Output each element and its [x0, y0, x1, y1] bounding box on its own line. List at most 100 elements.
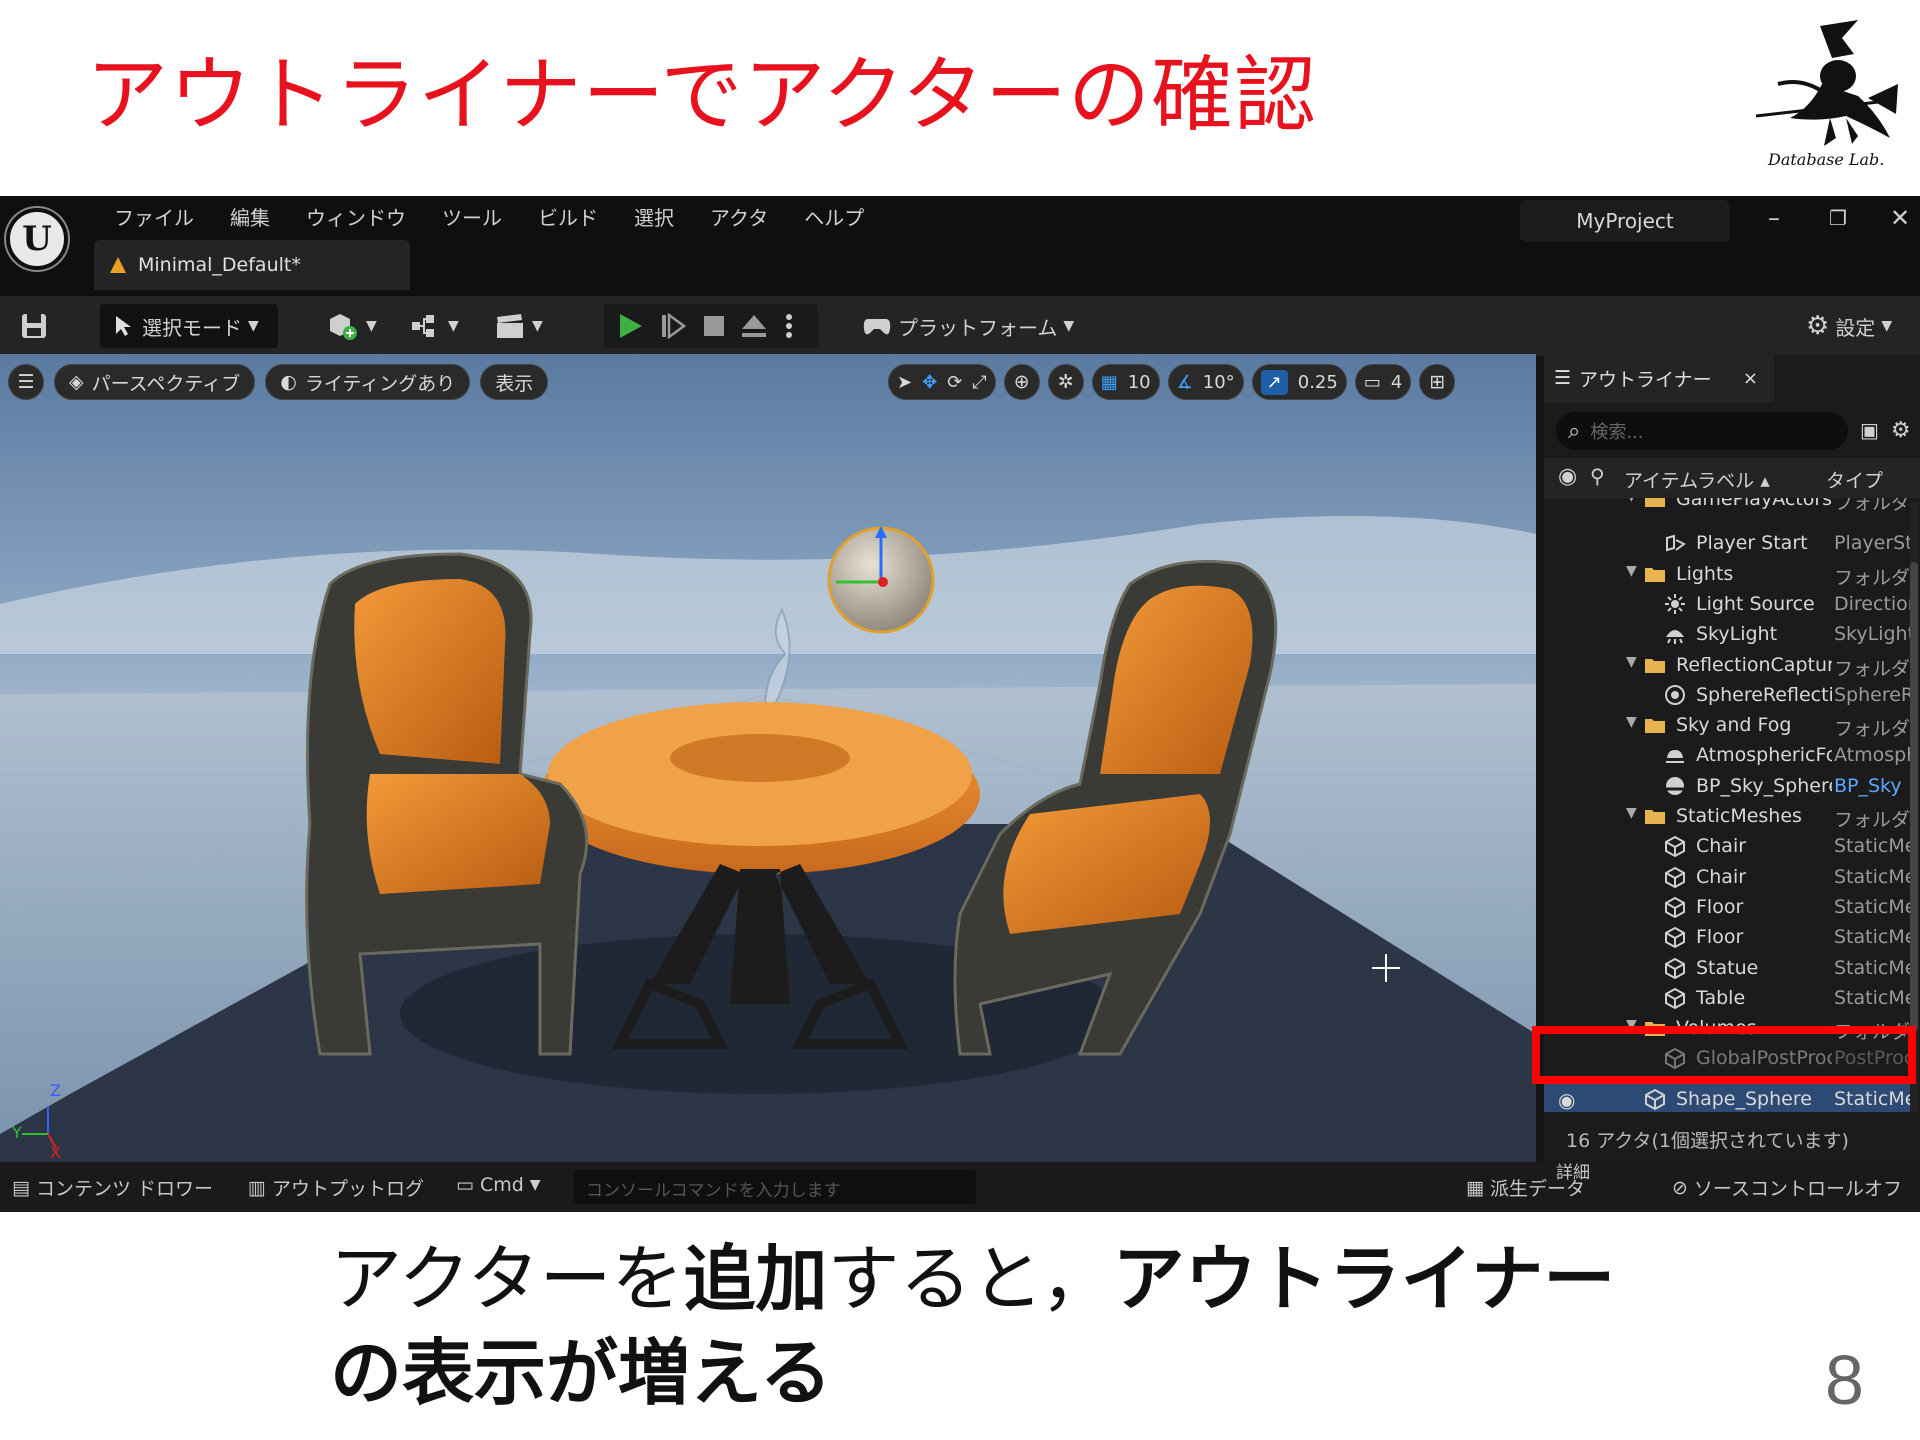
hamburger-icon: ☰ [17, 371, 35, 393]
show-button[interactable]: 表示 [480, 364, 549, 400]
expand-arrow-icon[interactable]: ▼ [1626, 654, 1637, 670]
perspective-button[interactable]: ◈ パースペクティブ [54, 364, 256, 400]
static-mesh-icon [1664, 835, 1686, 858]
terminal-icon: ▭ [456, 1174, 474, 1196]
play-icon[interactable] [616, 312, 644, 340]
console-input[interactable]: コンソールコマンドを入力します [574, 1170, 976, 1204]
outliner-row[interactable]: Table StaticMesh [1544, 983, 1910, 1013]
save-icon[interactable] [20, 312, 48, 340]
content-drawer-button[interactable]: ▤ コンテンツ ドロワー [12, 1174, 213, 1201]
expand-arrow-icon[interactable]: ▼ [1626, 805, 1637, 821]
eject-icon[interactable] [740, 313, 768, 339]
close-tab-icon[interactable]: × [1743, 368, 1758, 389]
pin-icon[interactable]: ⚲ [1590, 464, 1605, 488]
cmd-dropdown[interactable]: ▭ Cmd ▼ [456, 1174, 541, 1196]
outliner-row[interactable]: ▼ GamePlayActorsフォルダ [1544, 498, 1910, 514]
axis-z-label: Z [50, 1081, 61, 1100]
expand-arrow-icon[interactable]: ▼ [1626, 563, 1637, 579]
perspective-label: パースペクティブ [91, 372, 241, 395]
outliner-row[interactable]: Chair StaticMesh [1544, 862, 1910, 892]
slide-caption: アクターを追加すると，アウトライナー の表示が増える [330, 1232, 1615, 1420]
outliner-row[interactable]: Player Start PlayerStart [1544, 528, 1910, 558]
rotation-snap-control[interactable]: ∡ 10° [1167, 364, 1244, 400]
outliner-row[interactable]: ▼ Sky and Fog フォルダ [1544, 710, 1910, 740]
outliner-row[interactable]: SphereReflectionSphereReflectionCapture [1544, 680, 1910, 710]
grid-snap-value: 10 [1127, 371, 1151, 393]
scale-snap-control[interactable]: ↗ 0.25 [1251, 364, 1347, 400]
expand-arrow-icon[interactable]: ▼ [1626, 714, 1637, 730]
layout-button[interactable]: ⊞ [1419, 364, 1456, 400]
select-mode-dropdown[interactable]: 選択モード ▼ [100, 304, 278, 348]
source-control-button[interactable]: ⊘ ソースコントロールオフ [1672, 1174, 1902, 1201]
outliner-row[interactable]: Chair StaticMesh [1544, 831, 1910, 861]
blueprint-button[interactable]: ▼ [410, 304, 459, 348]
clapperboard-icon [497, 314, 523, 338]
outliner-row-name: Statue [1696, 956, 1759, 979]
viewport-menu-button[interactable]: ☰ [8, 364, 44, 400]
camera-speed-control[interactable]: ▭ 4 [1354, 364, 1412, 400]
world-local-toggle[interactable]: ⊕ [1003, 364, 1040, 400]
outliner-row-name: SkyLight [1696, 623, 1778, 646]
outliner-row-name: AtmosphericFog [1696, 744, 1832, 767]
lighting-button[interactable]: ◐ ライティングあり [265, 364, 471, 400]
slide-title: アウトライナーでアクターの確認 [86, 48, 1318, 143]
restore-icon[interactable]: ❐ [1818, 206, 1858, 230]
outliner-row[interactable]: Light Source DirectionalLight [1544, 589, 1910, 619]
level-viewport[interactable]: Z Y X ☰ ◈ パースペクティブ ◐ ライティングあり 表示 ➤ ✥ ⟳ ⤢… [0, 354, 1536, 1162]
menu-item[interactable]: ファイル [96, 202, 212, 234]
menu-item[interactable]: ウィンドウ [288, 202, 424, 234]
move-tool-icon[interactable]: ✥ [922, 372, 937, 393]
minimize-icon[interactable]: – [1754, 204, 1794, 232]
outliner-row[interactable]: Statue StaticMesh [1544, 953, 1910, 983]
eye-icon[interactable]: ◉ [1558, 1088, 1580, 1112]
rotate-tool-icon[interactable]: ⟳ [947, 372, 962, 393]
outliner-row[interactable]: ▼ Lights フォルダ [1544, 559, 1910, 589]
platform-dropdown[interactable]: プラットフォーム ▼ [862, 304, 1074, 348]
menu-item[interactable]: アクタ [692, 202, 786, 234]
outliner-row[interactable]: Floor StaticMesh [1544, 892, 1910, 922]
grid-snap-control[interactable]: ▦ 10 [1091, 364, 1160, 400]
outliner-search-input[interactable]: ⌕ 検索... [1556, 412, 1848, 450]
level-tab[interactable]: Minimal_Default* [94, 240, 410, 290]
column-type[interactable]: タイプ [1826, 466, 1883, 493]
menu-item[interactable]: ツール [424, 202, 520, 234]
add-folder-icon[interactable]: ▣ [1860, 418, 1879, 443]
scale-tool-icon[interactable]: ⤢ [972, 372, 986, 393]
add-actor-button[interactable]: ▼ [326, 304, 377, 348]
outliner-row[interactable]: Floor StaticMesh [1544, 922, 1910, 952]
more-options-icon[interactable] [784, 312, 794, 340]
outliner-row[interactable]: ▼ StaticMeshes フォルダ [1544, 801, 1910, 831]
surface-snap-toggle[interactable]: ✲ [1047, 364, 1084, 400]
expand-arrow-icon[interactable]: ▼ [1626, 498, 1637, 504]
gear-icon[interactable]: ⚙ [1891, 418, 1911, 443]
unreal-logo-icon[interactable]: U [6, 208, 68, 270]
close-window-icon[interactable]: ✕ [1880, 204, 1920, 232]
outliner-row-type: フォルダ [1834, 498, 1910, 514]
menu-item[interactable]: ヘルプ [786, 202, 882, 234]
stop-icon[interactable] [702, 314, 726, 338]
outliner-actions: ▣ ⚙ [1860, 418, 1911, 443]
outliner-row[interactable]: AtmosphericFogAtmosphericFog [1544, 740, 1910, 770]
static-mesh-icon [1664, 926, 1686, 949]
menu-item[interactable]: 編集 [212, 202, 288, 234]
outliner-row[interactable]: ▼ ReflectionCapture フォルダ [1544, 650, 1910, 680]
outliner-row[interactable]: SkyLight SkyLight [1544, 619, 1910, 649]
step-icon[interactable] [660, 313, 686, 339]
outliner-row[interactable]: BP_Sky_Sphere BP_Sky [1544, 771, 1910, 801]
eye-icon[interactable]: ◉ [1558, 464, 1577, 489]
highlight-box [1532, 1026, 1916, 1084]
fog-icon [1664, 744, 1686, 766]
scene-render[interactable]: Z Y X [0, 354, 1536, 1162]
menu-item[interactable]: ビルド [520, 202, 616, 234]
outliner-row-name: Sky and Fog [1676, 714, 1792, 737]
cinematics-button[interactable]: ▼ [494, 304, 543, 348]
outliner-tab[interactable]: ☰ アウトライナー × [1544, 354, 1774, 402]
select-tool-icon[interactable]: ➤ [897, 372, 912, 393]
details-tab[interactable]: 詳細 [1556, 1158, 1590, 1183]
settings-dropdown[interactable]: ⚙ 設定 ▼ [1806, 304, 1892, 348]
surface-snap-icon: ✲ [1057, 371, 1074, 393]
column-item-label[interactable]: アイテムラベル ▴ [1624, 466, 1770, 493]
outliner-row-name: Lights [1676, 562, 1734, 585]
output-log-button[interactable]: ▥ アウトプットログ [248, 1174, 424, 1201]
menu-item[interactable]: 選択 [616, 202, 692, 234]
